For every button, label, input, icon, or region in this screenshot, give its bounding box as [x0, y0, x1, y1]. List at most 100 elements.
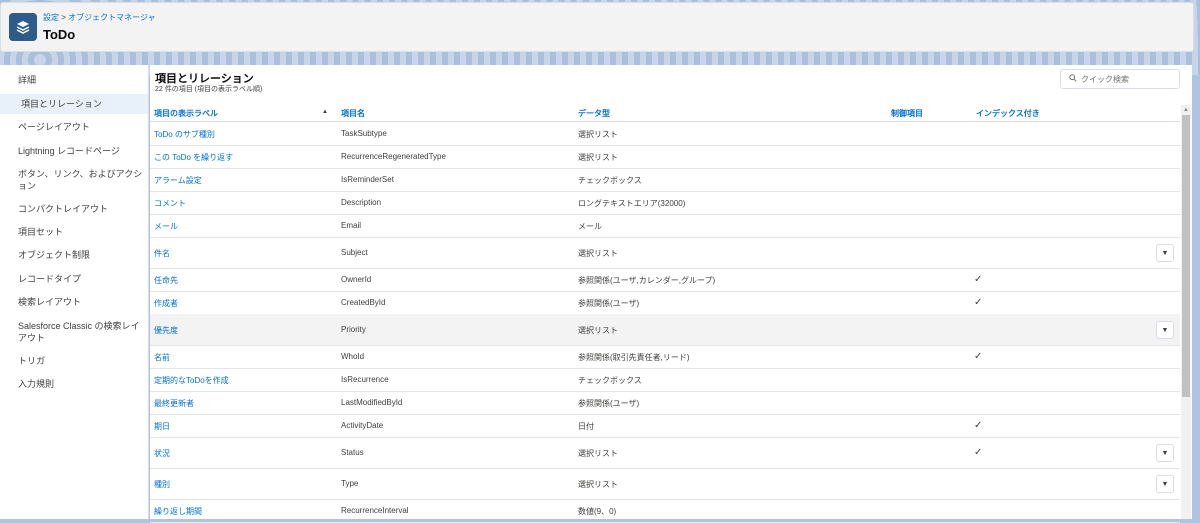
- table-row: 最終更新者 LastModifiedById 参照関係(ユーザ): [150, 391, 1180, 415]
- field-label-link[interactable]: 任命先: [154, 275, 178, 286]
- field-api-name: IsReminderSet: [341, 175, 394, 184]
- field-api-name: CreatedById: [341, 298, 386, 307]
- field-api-name: RecurrenceRegeneratedType: [341, 152, 446, 161]
- field-data-type: ロングテキストエリア(32000): [578, 199, 686, 208]
- field-api-name: Subject: [341, 248, 368, 257]
- field-label-link[interactable]: ToDo のサブ種別: [154, 129, 215, 140]
- field-label-link[interactable]: コメント: [154, 198, 186, 209]
- sidebar-item[interactable]: 入力規則: [0, 378, 148, 390]
- indexed-check-icon: ✓: [974, 420, 983, 431]
- table-row: 件名 Subject 選択リスト ▼: [150, 237, 1180, 269]
- field-label-link[interactable]: アラーム設定: [154, 175, 202, 186]
- row-actions-dropdown-button[interactable]: ▼: [1156, 475, 1174, 493]
- field-data-type: 選択リスト: [578, 249, 618, 258]
- column-header-label[interactable]: 項目の表示ラベル: [154, 108, 218, 119]
- table-row: 種別 Type 選択リスト ▼: [150, 468, 1180, 500]
- field-label-link[interactable]: 名前: [154, 352, 170, 363]
- row-actions-dropdown-button[interactable]: ▼: [1156, 321, 1174, 339]
- search-placeholder: クイック検索: [1081, 74, 1129, 84]
- field-label-link[interactable]: この ToDo を繰り返す: [154, 152, 233, 163]
- field-data-type: 参照関係(ユーザ): [578, 299, 640, 308]
- table-row: 名前 WhoId 参照関係(取引先責任者,リード) ✓: [150, 345, 1180, 369]
- field-api-name: RecurrenceInterval: [341, 506, 409, 515]
- scroll-thumb[interactable]: [1182, 115, 1190, 397]
- field-api-name: IsRecurrence: [341, 375, 389, 384]
- field-api-name: WhoId: [341, 352, 365, 361]
- sidebar-item[interactable]: 検索レイアウト: [0, 296, 148, 308]
- table-row: 定期的なToDoを作成 IsRecurrence チェックボックス: [150, 368, 1180, 392]
- sidebar-item[interactable]: Salesforce Classic の検索レイアウト: [0, 320, 148, 344]
- field-data-type: 選択リスト: [578, 153, 618, 162]
- sidebar-item[interactable]: ページレイアウト: [0, 121, 148, 133]
- field-label-link[interactable]: 作成者: [154, 298, 178, 309]
- column-header-api[interactable]: 項目名: [341, 108, 365, 119]
- scrollbar[interactable]: ▲: [1181, 105, 1191, 519]
- field-label-link[interactable]: 件名: [154, 248, 170, 259]
- field-api-name: Priority: [341, 325, 366, 334]
- table-row: 状況 Status 選択リスト ✓ ▼: [150, 437, 1180, 469]
- field-api-name: Email: [341, 221, 362, 230]
- field-data-type: 選択リスト: [578, 326, 618, 335]
- sidebar-item[interactable]: 項目とリレーション: [0, 94, 148, 114]
- chevron-down-icon: ▼: [1161, 326, 1169, 334]
- sidebar-item[interactable]: レコードタイプ: [0, 273, 148, 285]
- column-header-indexed[interactable]: インデックス付き: [976, 108, 1040, 119]
- table-row: コメント Description ロングテキストエリア(32000): [150, 191, 1180, 215]
- field-api-name: Description: [341, 198, 382, 207]
- breadcrumb-object-manager-link[interactable]: オブジェクトマネージャ: [68, 13, 155, 22]
- table-row: アラーム設定 IsReminderSet チェックボックス: [150, 168, 1180, 192]
- field-data-type: 参照関係(ユーザ,カレンダー,グループ): [578, 276, 716, 285]
- indexed-check-icon: ✓: [974, 297, 983, 308]
- field-label-link[interactable]: メール: [154, 221, 178, 232]
- sidebar-item[interactable]: トリガ: [0, 355, 148, 367]
- row-actions-dropdown-button[interactable]: ▼: [1156, 244, 1174, 262]
- column-header-control[interactable]: 制御項目: [891, 108, 923, 119]
- field-api-name: TaskSubtype: [341, 129, 387, 138]
- field-api-name: ActivityDate: [341, 421, 384, 430]
- field-label-link[interactable]: 種別: [154, 479, 170, 490]
- sidebar-item[interactable]: Lightning レコードページ: [0, 145, 148, 157]
- page-header: 設定 > オブジェクトマネージャ ToDo: [0, 2, 1194, 52]
- field-data-type: 日付: [578, 422, 594, 431]
- sidebar-item[interactable]: ボタン、リンク、およびアクション: [0, 168, 148, 192]
- field-data-type: 参照関係(ユーザ): [578, 399, 640, 408]
- breadcrumb-setup-link[interactable]: 設定: [43, 13, 59, 22]
- column-header-type[interactable]: データ型: [578, 108, 610, 119]
- table-row: この ToDo を繰り返す RecurrenceRegeneratedType 選択…: [150, 145, 1180, 169]
- scroll-up-icon[interactable]: ▲: [1183, 107, 1189, 113]
- indexed-check-icon: ✓: [974, 351, 983, 362]
- sidebar-item[interactable]: コンパクトレイアウト: [0, 203, 148, 215]
- field-label-link[interactable]: 期日: [154, 421, 170, 432]
- main-panel: 項目とリレーション 22 件の項目 (項目の表示ラベル順) クイック検索 項目の…: [150, 65, 1192, 523]
- field-data-type: 選択リスト: [578, 449, 618, 458]
- sidebar-item[interactable]: オブジェクト制限: [0, 249, 148, 261]
- quick-search-input[interactable]: クイック検索: [1060, 69, 1180, 89]
- breadcrumb-separator: >: [61, 13, 66, 22]
- sidebar-item[interactable]: 詳細: [0, 74, 148, 86]
- table-row: ToDo のサブ種別 TaskSubtype 選択リスト: [150, 122, 1180, 146]
- field-label-link[interactable]: 繰り返し期間: [154, 506, 202, 517]
- layers-icon: [9, 13, 37, 41]
- field-data-type: 参照関係(取引先責任者,リード): [578, 353, 690, 362]
- chevron-down-icon: ▼: [1161, 480, 1169, 488]
- field-label-link[interactable]: 定期的なToDoを作成: [154, 375, 229, 386]
- table-row: 期日 ActivityDate 日付 ✓: [150, 414, 1180, 438]
- field-api-name: Status: [341, 448, 364, 457]
- field-label-link[interactable]: 最終更新者: [154, 398, 194, 409]
- sort-asc-icon[interactable]: ▲: [322, 109, 328, 115]
- chevron-down-icon: ▼: [1161, 449, 1169, 457]
- field-label-link[interactable]: 状況: [154, 448, 170, 459]
- row-actions-dropdown-button[interactable]: ▼: [1156, 444, 1174, 462]
- table-header: 項目の表示ラベル ▲ 項目名 データ型 制御項目 インデックス付き: [150, 105, 1180, 122]
- table-row: 繰り返し期間 RecurrenceInterval 数値(9、0): [150, 499, 1180, 523]
- field-api-name: OwnerId: [341, 275, 372, 284]
- page-title: ToDo: [43, 27, 76, 42]
- field-label-link[interactable]: 優先度: [154, 325, 178, 336]
- table-row: メール Email メール: [150, 214, 1180, 238]
- field-data-type: 選択リスト: [578, 480, 618, 489]
- search-icon: [1069, 74, 1077, 84]
- field-data-type: メール: [578, 222, 602, 231]
- chevron-down-icon: ▼: [1161, 249, 1169, 257]
- sidebar-item[interactable]: 項目セット: [0, 226, 148, 238]
- table-row: 作成者 CreatedById 参照関係(ユーザ) ✓: [150, 291, 1180, 315]
